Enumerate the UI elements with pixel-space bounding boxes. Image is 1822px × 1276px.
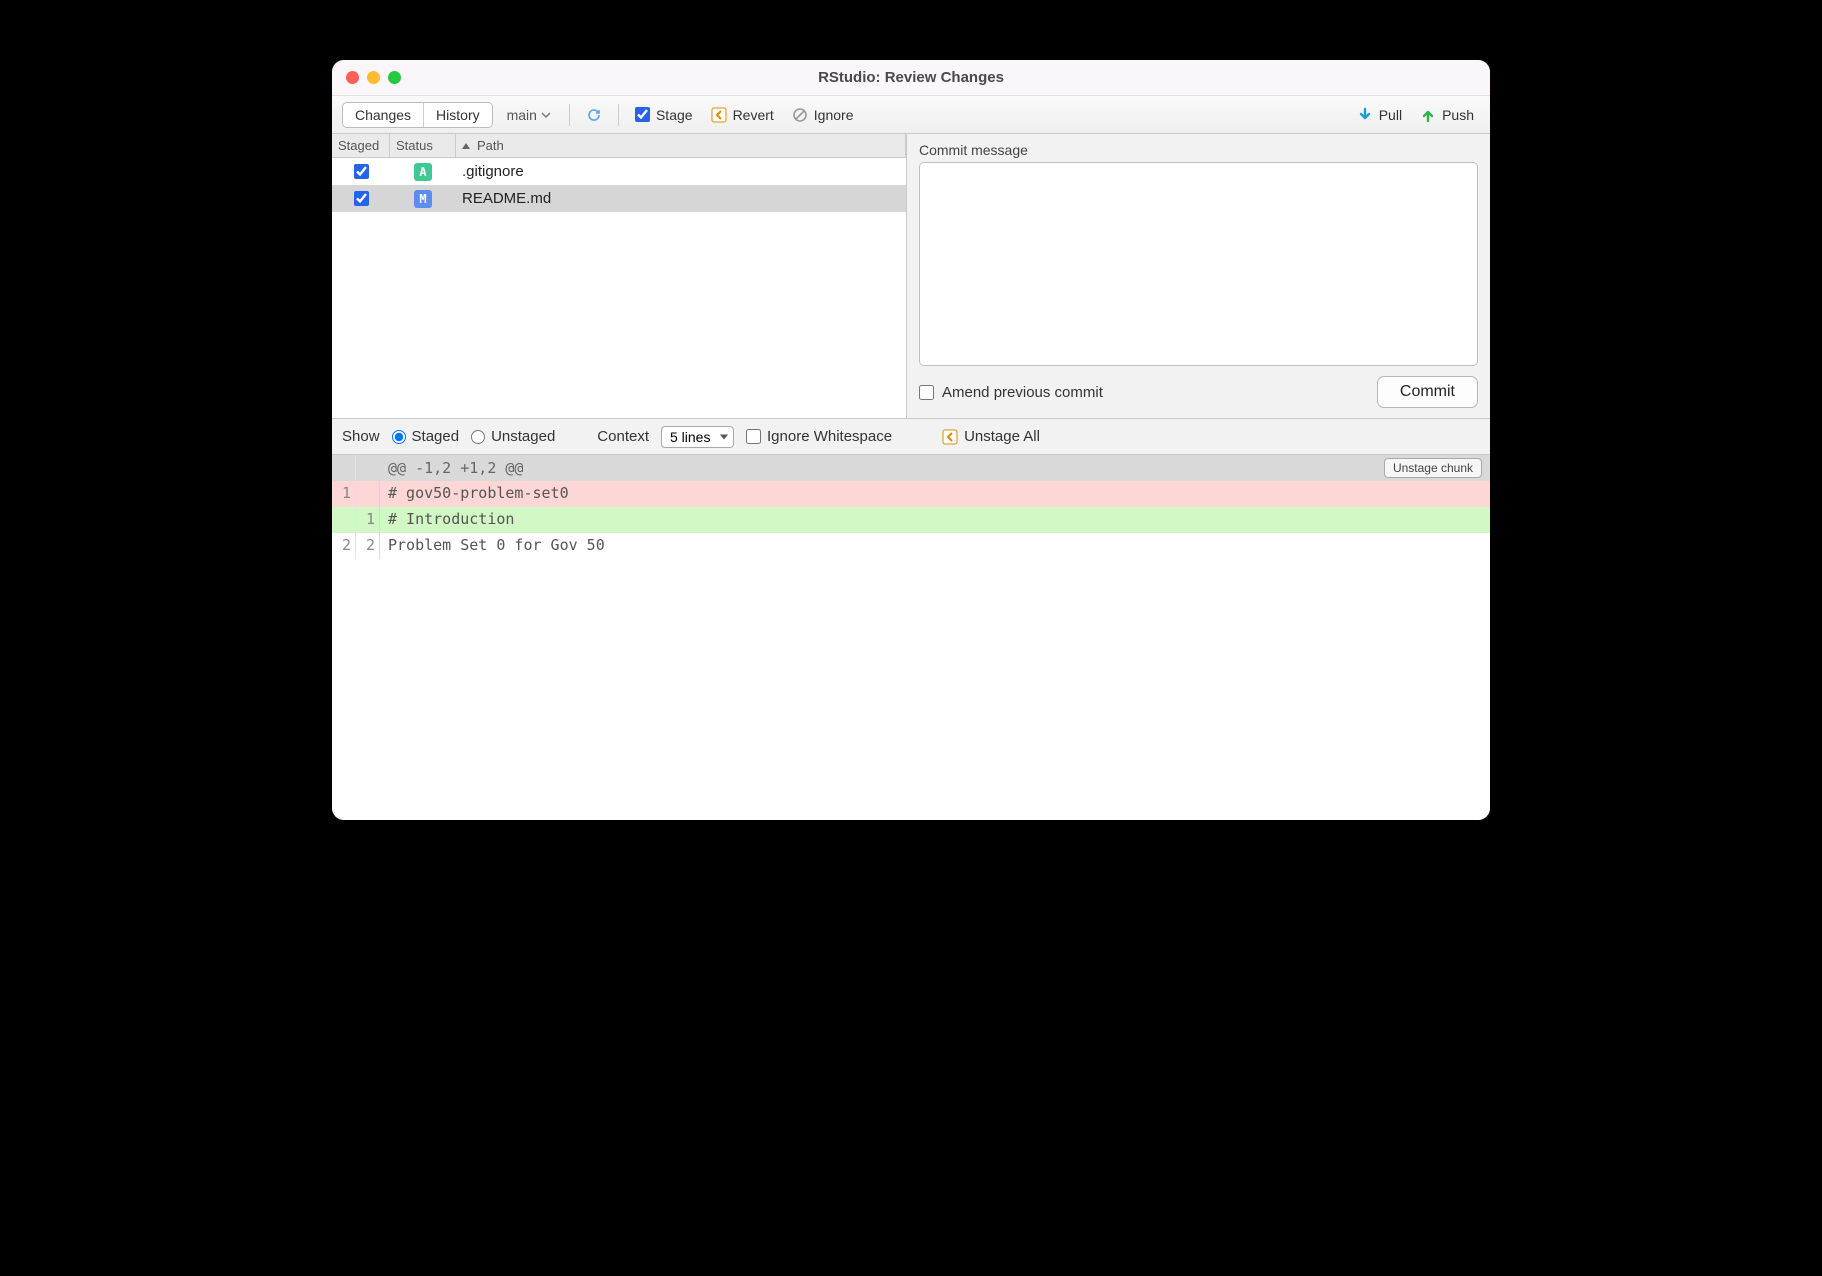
- ignore-icon: [792, 107, 808, 123]
- review-changes-window: RStudio: Review Changes Changes History …: [332, 60, 1490, 820]
- separator: [618, 104, 619, 126]
- old-lineno: [332, 507, 356, 533]
- status-badge: A: [414, 163, 432, 181]
- col-status[interactable]: Status: [390, 134, 456, 157]
- window-controls: [346, 71, 401, 84]
- col-staged[interactable]: Staged: [332, 134, 390, 157]
- ignore-whitespace-label: Ignore Whitespace: [767, 428, 892, 445]
- unstage-all-label: Unstage All: [964, 428, 1040, 445]
- close-window-button[interactable]: [346, 71, 359, 84]
- unstage-all-button[interactable]: Unstage All: [936, 425, 1046, 448]
- sort-asc-icon: [462, 143, 470, 149]
- tab-changes[interactable]: Changes: [343, 103, 423, 127]
- col-path[interactable]: Path: [456, 134, 906, 157]
- diff-line[interactable]: 1 # gov50-problem-set0: [332, 481, 1490, 507]
- diff-text: Problem Set 0 for Gov 50: [380, 533, 1490, 559]
- show-unstaged-radio[interactable]: Unstaged: [471, 428, 555, 445]
- ignore-whitespace-checkbox[interactable]: Ignore Whitespace: [746, 428, 892, 445]
- file-row[interactable]: M README.md: [332, 185, 906, 212]
- push-label: Push: [1442, 107, 1474, 123]
- show-staged-label: Staged: [412, 428, 460, 445]
- stage-label: Stage: [656, 107, 693, 123]
- amend-checkbox-row[interactable]: Amend previous commit: [919, 384, 1103, 401]
- file-path: README.md: [456, 190, 906, 207]
- push-arrow-up-icon: [1420, 107, 1436, 123]
- new-lineno: 2: [356, 533, 380, 559]
- refresh-icon: [586, 107, 602, 123]
- pull-arrow-down-icon: [1357, 107, 1373, 123]
- show-label: Show: [342, 428, 380, 445]
- diff-toolbar: Show Staged Unstaged Context 5 lines Ign…: [332, 419, 1490, 455]
- ignore-button[interactable]: Ignore: [786, 104, 860, 126]
- revert-button[interactable]: Revert: [705, 104, 780, 126]
- separator: [569, 104, 570, 126]
- branch-label: main: [507, 107, 537, 123]
- branch-selector[interactable]: main: [499, 105, 559, 125]
- minimize-window-button[interactable]: [367, 71, 380, 84]
- diff-line[interactable]: 1# Introduction: [332, 507, 1490, 533]
- staged-checkbox[interactable]: [354, 191, 369, 206]
- stage-checkbox-icon: [635, 107, 650, 122]
- diff-text: # Introduction: [380, 507, 1490, 533]
- revert-label: Revert: [733, 107, 774, 123]
- file-list: A .gitignore M README.md: [332, 158, 906, 418]
- revert-icon: [711, 107, 727, 123]
- pull-label: Pull: [1379, 107, 1402, 123]
- new-lineno: [356, 481, 380, 507]
- hunk-text: @@ -1,2 +1,2 @@: [388, 459, 523, 477]
- stage-button[interactable]: Stage: [629, 104, 699, 126]
- commit-pane: Commit message Amend previous commit Com…: [907, 134, 1490, 418]
- context-select-wrap: 5 lines: [661, 426, 734, 448]
- diff-line[interactable]: 22Problem Set 0 for Gov 50: [332, 533, 1490, 559]
- context-label: Context: [597, 428, 649, 445]
- chevron-down-icon: [541, 110, 551, 120]
- new-lineno: 1: [356, 507, 380, 533]
- pull-button[interactable]: Pull: [1351, 104, 1408, 126]
- file-path: .gitignore: [456, 163, 906, 180]
- window-title: RStudio: Review Changes: [332, 69, 1490, 86]
- amend-checkbox[interactable]: [919, 385, 934, 400]
- commit-message-input[interactable]: [919, 162, 1478, 366]
- show-unstaged-label: Unstaged: [491, 428, 555, 445]
- commit-message-label: Commit message: [919, 142, 1478, 158]
- unstage-chunk-button[interactable]: Unstage chunk: [1384, 458, 1482, 478]
- middle-panes: Staged Status Path A .gitignore M README.md…: [332, 134, 1490, 419]
- staged-checkbox[interactable]: [354, 164, 369, 179]
- file-list-pane: Staged Status Path A .gitignore M README.md: [332, 134, 907, 418]
- file-row[interactable]: A .gitignore: [332, 158, 906, 185]
- titlebar: RStudio: Review Changes: [332, 60, 1490, 96]
- diff-view: @@ -1,2 +1,2 @@Unstage chunk1# gov50-pro…: [332, 455, 1490, 820]
- ignore-label: Ignore: [814, 107, 854, 123]
- file-list-header: Staged Status Path: [332, 134, 906, 158]
- old-lineno: 2: [332, 533, 356, 559]
- refresh-button[interactable]: [580, 104, 608, 126]
- show-staged-radio[interactable]: Staged: [392, 428, 460, 445]
- push-button[interactable]: Push: [1414, 104, 1480, 126]
- diff-hunk-header: @@ -1,2 +1,2 @@ Unstage chunk: [332, 455, 1490, 481]
- old-lineno: 1: [332, 481, 356, 507]
- revert-icon: [942, 429, 958, 445]
- zoom-window-button[interactable]: [388, 71, 401, 84]
- status-badge: M: [414, 190, 432, 208]
- tab-history[interactable]: History: [423, 103, 492, 127]
- toolbar: Changes History main Stage Revert Ignore…: [332, 96, 1490, 134]
- context-select[interactable]: 5 lines: [661, 426, 734, 448]
- diff-text: # gov50-problem-set0: [380, 481, 1490, 507]
- commit-button[interactable]: Commit: [1377, 376, 1478, 408]
- view-switcher: Changes History: [342, 102, 493, 128]
- amend-label: Amend previous commit: [942, 384, 1103, 401]
- col-path-label: Path: [477, 138, 504, 153]
